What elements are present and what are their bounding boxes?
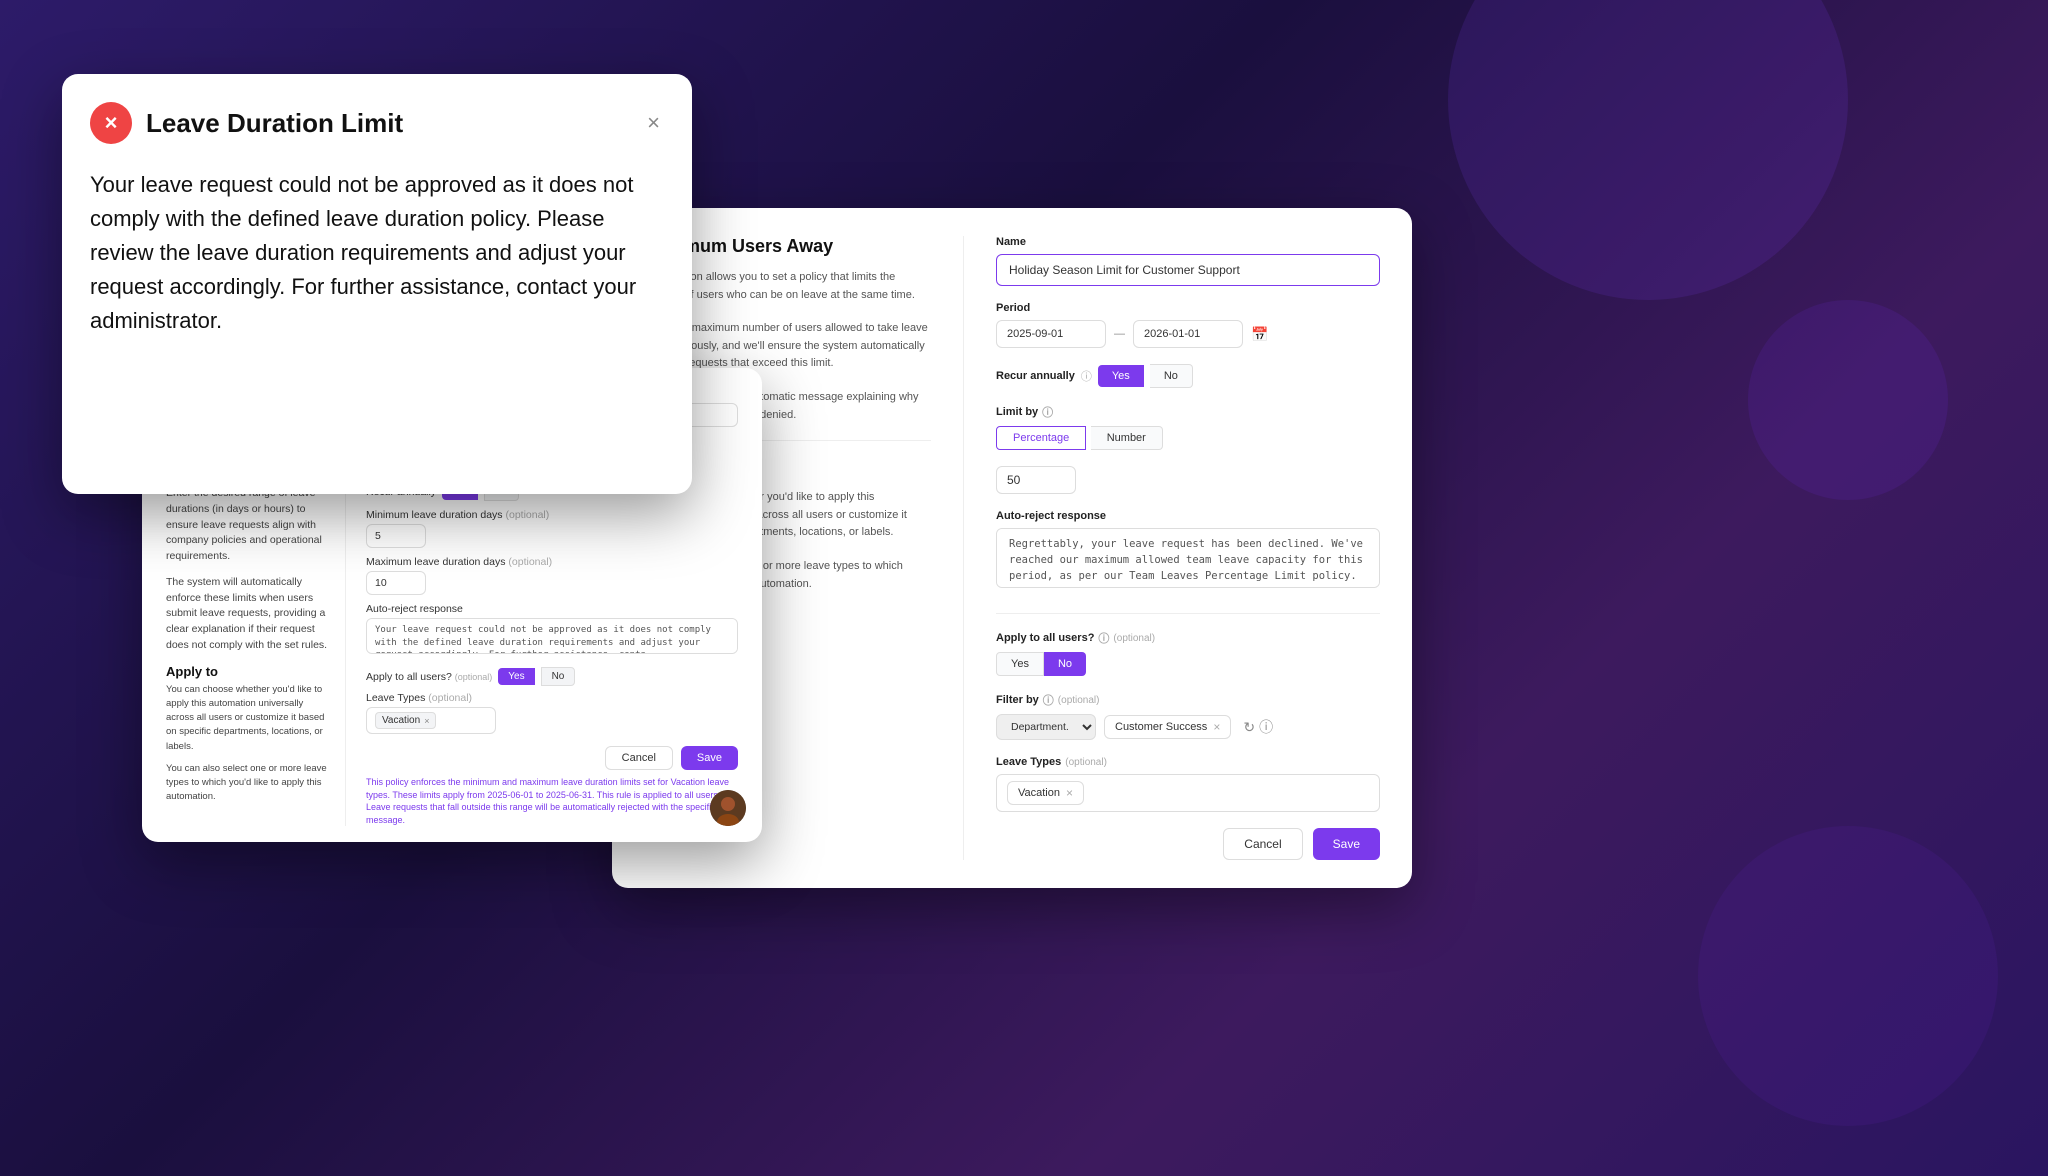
error-icon: × (90, 102, 132, 144)
main-apply-yes-button[interactable]: Yes (996, 652, 1044, 676)
recur-info-icon: ⓘ (1081, 368, 1092, 384)
filter-customer-success-tag: Customer Success × (1104, 715, 1231, 739)
main-apply-all-row: Apply to all users? ⓘ (optional) (996, 630, 1380, 646)
form1-save-button[interactable]: Save (681, 746, 738, 770)
main-auto-reject-label: Auto-reject response (996, 510, 1380, 522)
main-period-end[interactable] (1133, 320, 1243, 348)
form1-auto-reject-label: Auto-reject response (366, 603, 738, 615)
leave-type-remove[interactable]: × (1066, 786, 1073, 800)
form1-min-label: Minimum leave duration days (optional) (366, 509, 738, 521)
main-limit-number-button[interactable]: Number (1091, 426, 1163, 450)
form1-leave-type-remove[interactable]: × (424, 716, 429, 726)
main-recur-no-button[interactable]: No (1150, 364, 1193, 388)
main-apply-all-toggle: Yes No (996, 652, 1380, 676)
error-modal-close-button[interactable]: × (643, 108, 664, 138)
main-limit-by-label: Limit by (996, 406, 1038, 418)
error-modal: × Leave Duration Limit × Your leave requ… (62, 74, 692, 494)
filter-department-select[interactable]: Department... (996, 714, 1096, 740)
main-apply-no-button[interactable]: No (1044, 652, 1086, 676)
form1-min-input[interactable] (366, 524, 426, 548)
filter-tag-remove[interactable]: × (1213, 720, 1220, 734)
form1-desc2: Enter the desired range of leave duratio… (166, 486, 329, 565)
leave-types-box: Vacation × (996, 774, 1380, 812)
main-percent-input[interactable] (996, 466, 1076, 494)
limit-by-info-icon: ⓘ (1042, 404, 1053, 420)
form1-apply-desc2: You can also select one or more leave ty… (166, 762, 329, 805)
main-auto-reject-textarea[interactable]: Regrettably, your leave request has been… (996, 528, 1380, 588)
main-filter-by-row: Filter by ⓘ (optional) (996, 692, 1380, 708)
main-save-button[interactable]: Save (1313, 828, 1380, 860)
user-avatar (710, 790, 746, 826)
main-cancel-button[interactable]: Cancel (1223, 828, 1302, 860)
main-name-label: Name (996, 236, 1380, 248)
apply-all-info-icon: ⓘ (1098, 630, 1109, 646)
main-period-dash: — (1114, 328, 1125, 340)
form1-apply-no-button[interactable]: No (541, 667, 576, 686)
form1-leave-type-tag: Vacation × (375, 712, 436, 729)
filter-by-row: Department... Customer Success × ↻ ⓘ (996, 714, 1380, 740)
error-modal-title: Leave Duration Limit (146, 108, 403, 139)
filter-refresh-icon[interactable]: ↻ (1243, 717, 1255, 737)
form1-cancel-button[interactable]: Cancel (605, 746, 673, 770)
error-modal-body: Your leave request could not be approved… (90, 168, 664, 338)
main-leave-types-row: Leave Types (optional) Vacation × (996, 756, 1380, 812)
form1-apply-yes-button[interactable]: Yes (498, 668, 534, 685)
main-form-right-panel: Name Period — 📅 Recur annually ⓘ Yes No … (964, 236, 1380, 860)
form1-apply-desc1: You can choose whether you'd like to app… (166, 683, 329, 754)
form1-apply-all-label: Apply to all users? (optional) (366, 671, 492, 683)
form1-max-input[interactable] (366, 571, 426, 595)
main-recur-yes-button[interactable]: Yes (1098, 365, 1144, 387)
main-name-input[interactable] (996, 254, 1380, 286)
leave-type-vacation-tag: Vacation × (1007, 781, 1084, 805)
form1-auto-reject-textarea[interactable]: Your leave request could not be approved… (366, 618, 738, 654)
form1-apply-title: Apply to (166, 664, 329, 679)
filter-action-icons: ↻ ⓘ (1243, 717, 1273, 737)
calendar-icon[interactable]: 📅 (1251, 326, 1268, 343)
filter-info-button[interactable]: ⓘ (1259, 717, 1273, 737)
error-title-row: × Leave Duration Limit (90, 102, 403, 144)
main-limit-percentage-button[interactable]: Percentage (996, 426, 1086, 450)
main-period-label: Period (996, 302, 1380, 314)
main-form-footer: Cancel Save (996, 828, 1380, 860)
filter-info-icon: ⓘ (1043, 692, 1054, 708)
main-recur-label: Recur annually (996, 370, 1075, 382)
form1-max-label: Maximum leave duration days (optional) (366, 556, 738, 568)
form1-tooltip-note: This policy enforces the minimum and max… (366, 776, 738, 826)
main-period-start[interactable] (996, 320, 1106, 348)
form1-leave-types-label: Leave Types (optional) (366, 692, 738, 704)
error-modal-header: × Leave Duration Limit × (90, 102, 664, 144)
form1-desc3: The system will automatically enforce th… (166, 575, 329, 654)
